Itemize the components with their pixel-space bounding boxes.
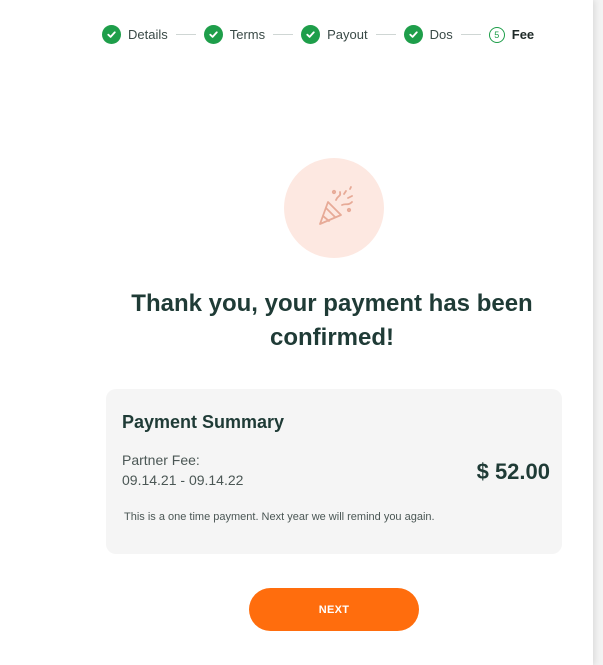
check-circle-icon [203,25,223,44]
check-circle-icon [102,25,121,44]
step-label: Payout [327,27,368,42]
next-button[interactable]: NEXT [249,588,419,631]
step-label: Details [128,27,168,42]
fee-label: Partner Fee: [122,452,200,468]
party-popper-icon [284,158,384,258]
step-label: Dos [429,27,453,42]
step-label: Terms [229,27,266,42]
step-divider [175,34,196,35]
confirmation-title: Thank you, your payment has been confirm… [131,290,533,351]
summary-heading: Payment Summary [122,412,285,432]
step-divider [375,34,396,35]
step-divider [460,34,481,35]
fee-amount: $ 52.00 [476,459,550,484]
step-fee[interactable]: 5 Fee [488,26,535,43]
check-circle-icon [403,25,423,44]
payment-card: Details Terms Payout Dos 5 Fee Thank you… [0,0,593,665]
step-payout[interactable]: Payout [301,25,368,44]
step-details[interactable]: Details [102,25,168,44]
step-number: 5 [488,26,505,43]
step-label: Fee [511,27,535,42]
progress-stepper: Details Terms Payout Dos 5 Fee [102,25,563,44]
step-divider [273,34,294,35]
check-circle-icon [301,25,321,44]
payment-summary-panel: Payment Summary Partner Fee: 09.14.21 - … [106,389,562,554]
step-terms[interactable]: Terms [203,25,266,44]
payment-note: This is a one time payment. Next year we… [124,511,435,523]
fee-period: 09.14.21 - 09.14.22 [122,472,244,488]
step-dos[interactable]: Dos [403,25,453,44]
